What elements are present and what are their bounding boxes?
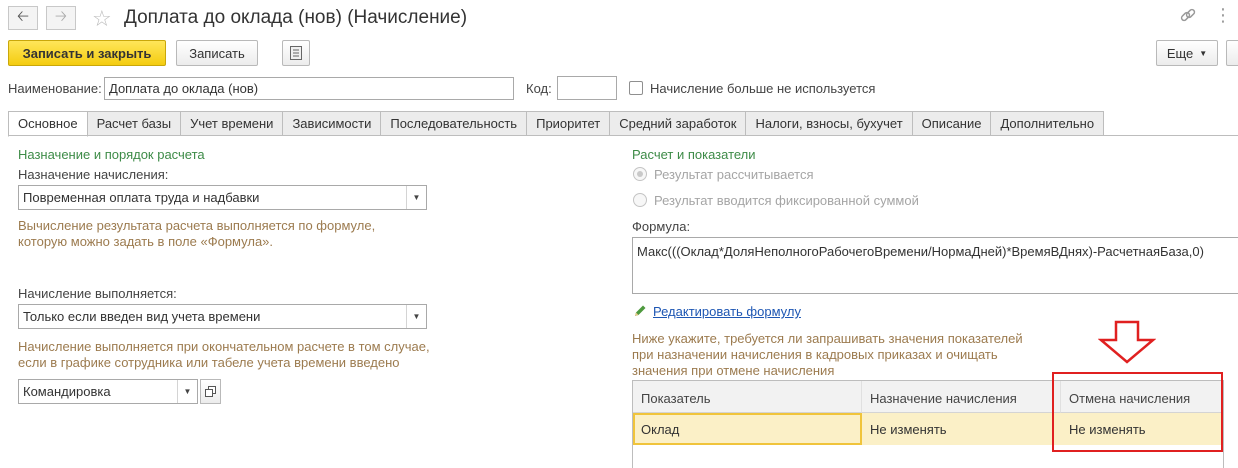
- formula-field[interactable]: Макс(((Оклад*ДоляНеполногоРабочегоВремен…: [632, 237, 1238, 294]
- name-field[interactable]: Доплата до оклада (нов): [104, 77, 514, 100]
- tab-divider: [8, 135, 1238, 136]
- purpose-section-title: Назначение и порядок расчета: [18, 147, 205, 162]
- radio-result-calculated-label: Результат рассчитывается: [654, 167, 814, 182]
- purpose-select-value: Повременная оплата труда и надбавки: [23, 190, 260, 205]
- edit-formula-link[interactable]: Редактировать формулу: [653, 304, 801, 319]
- indicators-section-title: Расчет и показатели: [632, 147, 756, 162]
- forward-button[interactable]: 🡢: [46, 6, 76, 30]
- table-cell-indicator[interactable]: Оклад: [633, 413, 862, 445]
- help-button[interactable]: [1226, 40, 1238, 66]
- purpose-hint-line1: Вычисление результата расчета выполняетс…: [18, 218, 376, 233]
- forward-arrow-icon: 🡢: [54, 7, 68, 25]
- more-button[interactable]: Еще ▼: [1156, 40, 1218, 66]
- column-header-assignment[interactable]: Назначение начисления: [862, 381, 1061, 413]
- more-vertical-icon[interactable]: ⋮: [1214, 6, 1232, 24]
- tab-sequence[interactable]: Последовательность: [381, 111, 528, 136]
- tab-bar: Основное Расчет базы Учет времени Зависи…: [8, 111, 1105, 137]
- open-window-icon: [205, 386, 216, 397]
- unused-checkbox[interactable]: [629, 81, 643, 95]
- purpose-hint-line2: которую можно задать в поле «Формула».: [18, 234, 274, 249]
- radio-result-calculated[interactable]: [633, 167, 647, 181]
- code-field[interactable]: [557, 76, 617, 100]
- time-type-value: Командировка: [23, 384, 111, 399]
- more-button-label: Еще: [1166, 45, 1194, 61]
- tab-time-tracking[interactable]: Учет времени: [181, 111, 284, 136]
- tab-base-calculation[interactable]: Расчет базы: [87, 111, 182, 136]
- code-label: Код:: [526, 81, 552, 96]
- tab-average-earnings[interactable]: Средний заработок: [610, 111, 747, 136]
- time-type-select[interactable]: Командировка ▼: [18, 379, 198, 404]
- name-label: Наименование:: [8, 81, 102, 96]
- list-report-icon: [290, 46, 302, 60]
- indicators-hint-line1: Ниже укажите, требуется ли запрашивать з…: [632, 331, 1023, 346]
- open-time-type-button[interactable]: [200, 379, 221, 404]
- list-report-button[interactable]: [282, 40, 310, 66]
- purpose-select[interactable]: Повременная оплата труда и надбавки ▼: [18, 185, 427, 210]
- indicators-hint-line3: значения при отмене начисления: [632, 363, 835, 378]
- column-header-indicator[interactable]: Показатель: [633, 381, 862, 413]
- chevron-down-icon[interactable]: ▼: [406, 186, 426, 209]
- pencil-icon[interactable]: [633, 304, 647, 318]
- execution-label: Начисление выполняется:: [18, 286, 177, 301]
- radio-result-fixed-label: Результат вводится фиксированной суммой: [654, 193, 919, 208]
- radio-result-fixed[interactable]: [633, 193, 647, 207]
- tab-dependencies[interactable]: Зависимости: [283, 111, 382, 136]
- execution-hint-line1: Начисление выполняется при окончательном…: [18, 339, 430, 354]
- tab-additional[interactable]: Дополнительно: [991, 111, 1105, 136]
- tab-priority[interactable]: Приоритет: [527, 111, 611, 136]
- purpose-label: Назначение начисления:: [18, 167, 169, 182]
- chevron-down-icon[interactable]: ▼: [406, 305, 426, 328]
- formula-label: Формула:: [632, 219, 691, 234]
- back-button[interactable]: 🡠: [8, 6, 38, 30]
- chevron-down-icon: ▼: [1199, 48, 1208, 58]
- execution-hint-line2: если в графике сотрудника или табеле уче…: [18, 355, 400, 370]
- link-icon[interactable]: [1178, 6, 1198, 26]
- write-and-close-button[interactable]: Записать и закрыть: [8, 40, 166, 66]
- tab-main[interactable]: Основное: [8, 111, 88, 137]
- page-title: Доплата до оклада (нов) (Начисление): [124, 7, 468, 28]
- tab-taxes[interactable]: Налоги, взносы, бухучет: [746, 111, 913, 136]
- execution-select[interactable]: Только если введен вид учета времени ▼: [18, 304, 427, 329]
- favorite-star-icon[interactable]: ☆: [92, 6, 112, 32]
- back-arrow-icon: 🡠: [16, 7, 30, 25]
- annotation-highlight-box: [1052, 372, 1223, 452]
- tab-description[interactable]: Описание: [912, 111, 992, 136]
- unused-checkbox-label: Начисление больше не используется: [650, 81, 876, 96]
- indicators-hint-line2: при назначении начисления в кадровых при…: [632, 347, 998, 362]
- table-cell-assignment[interactable]: Не изменять: [862, 413, 1061, 445]
- execution-select-value: Только если введен вид учета времени: [23, 309, 261, 324]
- down-arrow-annotation-icon: [1097, 320, 1157, 364]
- chevron-down-icon[interactable]: ▼: [177, 380, 197, 403]
- write-button[interactable]: Записать: [176, 40, 258, 66]
